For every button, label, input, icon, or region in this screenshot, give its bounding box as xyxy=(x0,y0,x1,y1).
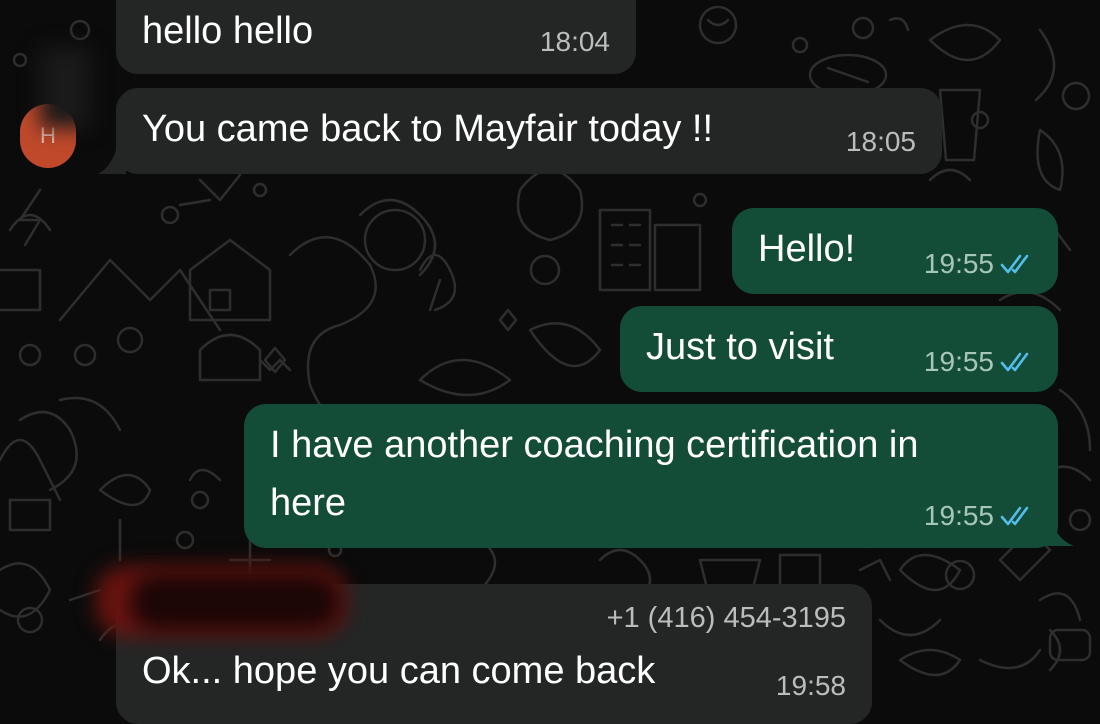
message-time: 19:55 xyxy=(924,248,1034,280)
message-bubble-incoming[interactable]: You came back to Mayfair today !! 18:05 xyxy=(116,88,942,174)
bubble-tail xyxy=(98,150,126,174)
double-check-icon xyxy=(1000,506,1029,526)
message-time: 18:05 xyxy=(846,126,916,158)
message-text: You came back to Mayfair today !! xyxy=(142,108,714,150)
sender-phone-number[interactable]: +1 (416) 454-3195 xyxy=(607,602,846,635)
message-bubble-outgoing[interactable]: Hello! 19:55 xyxy=(732,208,1058,294)
double-check-icon xyxy=(1000,352,1029,372)
message-text-line-1: I have another coaching certification in xyxy=(270,424,919,466)
message-text: Ok... hope you can come back xyxy=(142,650,656,692)
message-time: 19:55 xyxy=(924,346,1034,378)
timestamp: 18:05 xyxy=(845,126,916,157)
message-bubble-outgoing[interactable]: Just to visit 19:55 xyxy=(620,306,1058,392)
double-check-icon xyxy=(1000,254,1029,274)
timestamp: 19:55 xyxy=(923,500,994,531)
message-bubble-incoming[interactable]: hello hello 18:04 xyxy=(116,0,636,74)
message-text: Just to visit xyxy=(646,326,834,368)
timestamp: 19:58 xyxy=(775,670,846,701)
message-bubble-outgoing[interactable]: I have another coaching certification in… xyxy=(244,404,1058,548)
timestamp: 18:04 xyxy=(539,26,610,57)
bubble-tail xyxy=(1040,522,1074,546)
message-time: 19:55 xyxy=(924,500,1034,532)
message-text-line-2: here xyxy=(270,482,347,524)
timestamp: 19:55 xyxy=(923,346,994,377)
redacted-sender-name-overlay xyxy=(130,574,340,630)
timestamp: 19:55 xyxy=(923,248,994,279)
message-text: hello hello xyxy=(142,10,314,52)
redacted-name-mark xyxy=(40,48,90,128)
message-text: Hello! xyxy=(758,228,856,270)
message-time: 18:04 xyxy=(540,26,610,58)
message-time: 19:58 xyxy=(776,670,846,702)
